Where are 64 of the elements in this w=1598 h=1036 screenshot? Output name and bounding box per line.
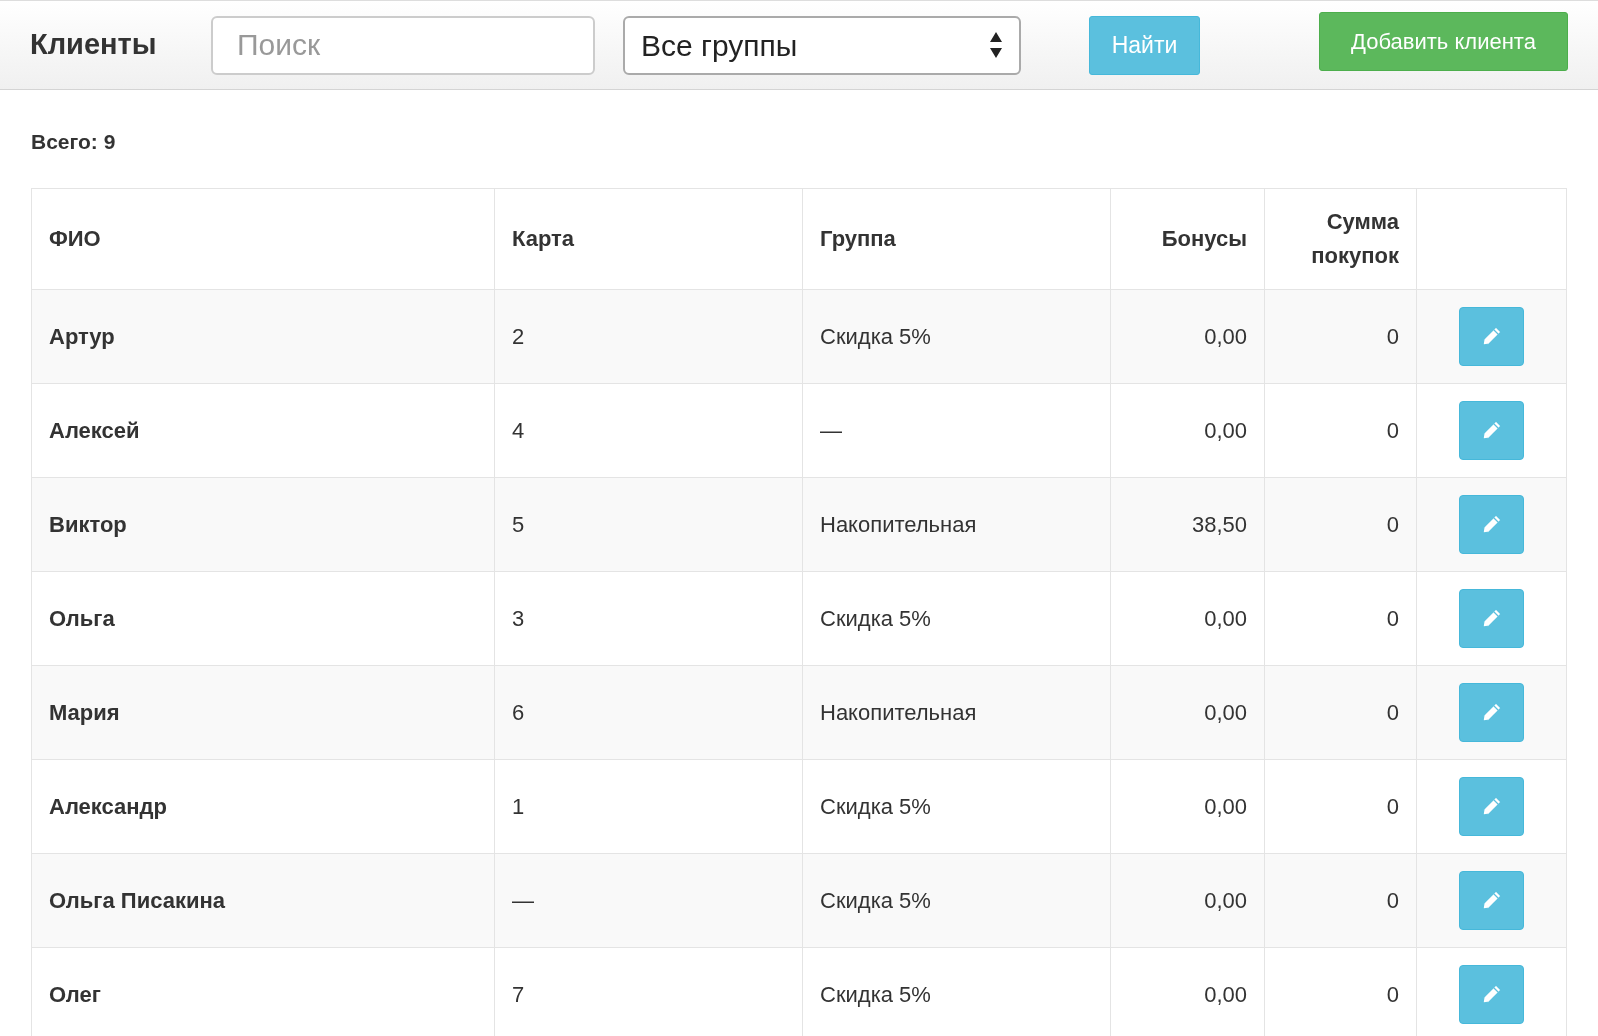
table-cell: Олег [31,947,495,1036]
table-cell: 0 [1264,383,1417,477]
table-cell: Накопительная [802,477,1111,571]
group-select[interactable]: Все группы [623,15,1021,75]
column-header: Карта [494,188,803,289]
table-cell: 0,00 [1110,665,1265,759]
search-field[interactable]: Поиск [211,15,595,75]
pencil-icon [1480,419,1503,441]
table-cell: 2 [494,289,803,383]
column-header: Бонусы [1110,188,1265,289]
table-cell: 0 [1264,289,1417,383]
table-cell: 1 [494,759,803,853]
table-cell: — [494,853,803,947]
edit-button[interactable] [1459,682,1524,742]
table-cell: Виктор [31,477,495,571]
table-cell: Александр [31,759,495,853]
total-count: Всего: 9 [31,129,117,155]
edit-button[interactable] [1459,494,1524,554]
add-client-button[interactable]: Добавить клиента [1319,11,1568,71]
pencil-icon [1480,983,1503,1005]
table-cell: 3 [494,571,803,665]
table-cell: 0,00 [1110,853,1265,947]
table-cell: 0,00 [1110,289,1265,383]
table-cell: Скидка 5% [802,289,1111,383]
table-cell: 6 [494,665,803,759]
table-cell: Ольга [31,571,495,665]
table-cell: Ольга Писакина [31,853,495,947]
table-cell: 0,00 [1110,383,1265,477]
table-cell: Накопительная [802,665,1111,759]
table-cell: Мария [31,665,495,759]
table-cell: 38,50 [1110,477,1265,571]
column-header: Сумма покупок [1310,207,1399,270]
pencil-icon [1480,889,1503,911]
table-cell: Алексей [31,383,495,477]
edit-button[interactable] [1459,400,1524,460]
column-header: ФИО [31,188,495,289]
table-cell: Артур [31,289,495,383]
table-cell: Скидка 5% [802,759,1111,853]
table-cell: 0,00 [1110,571,1265,665]
pencil-icon [1480,513,1503,535]
edit-button[interactable] [1459,776,1524,836]
edit-button[interactable] [1459,870,1524,930]
table-cell: 0 [1264,665,1417,759]
table-cell: 0,00 [1110,759,1265,853]
table-cell: 4 [494,383,803,477]
table-cell: 0 [1264,853,1417,947]
column-header: Группа [802,188,1111,289]
table-cell: 5 [494,477,803,571]
find-button[interactable]: Найти [1089,15,1200,75]
edit-button[interactable] [1459,964,1524,1024]
table-cell: Скидка 5% [802,853,1111,947]
page-title: Клиенты [30,27,158,63]
pencil-icon [1480,701,1503,723]
pencil-icon [1480,607,1503,629]
table-cell: 0 [1264,571,1417,665]
table-cell: 0 [1264,759,1417,853]
pencil-icon [1480,795,1503,817]
table-cell: 0 [1264,477,1417,571]
table-cell: — [802,383,1111,477]
pencil-icon [1480,325,1503,347]
updown-arrows-icon [989,30,1003,60]
table-cell: Скидка 5% [802,571,1111,665]
edit-button[interactable] [1459,588,1524,648]
edit-button[interactable] [1459,306,1524,366]
